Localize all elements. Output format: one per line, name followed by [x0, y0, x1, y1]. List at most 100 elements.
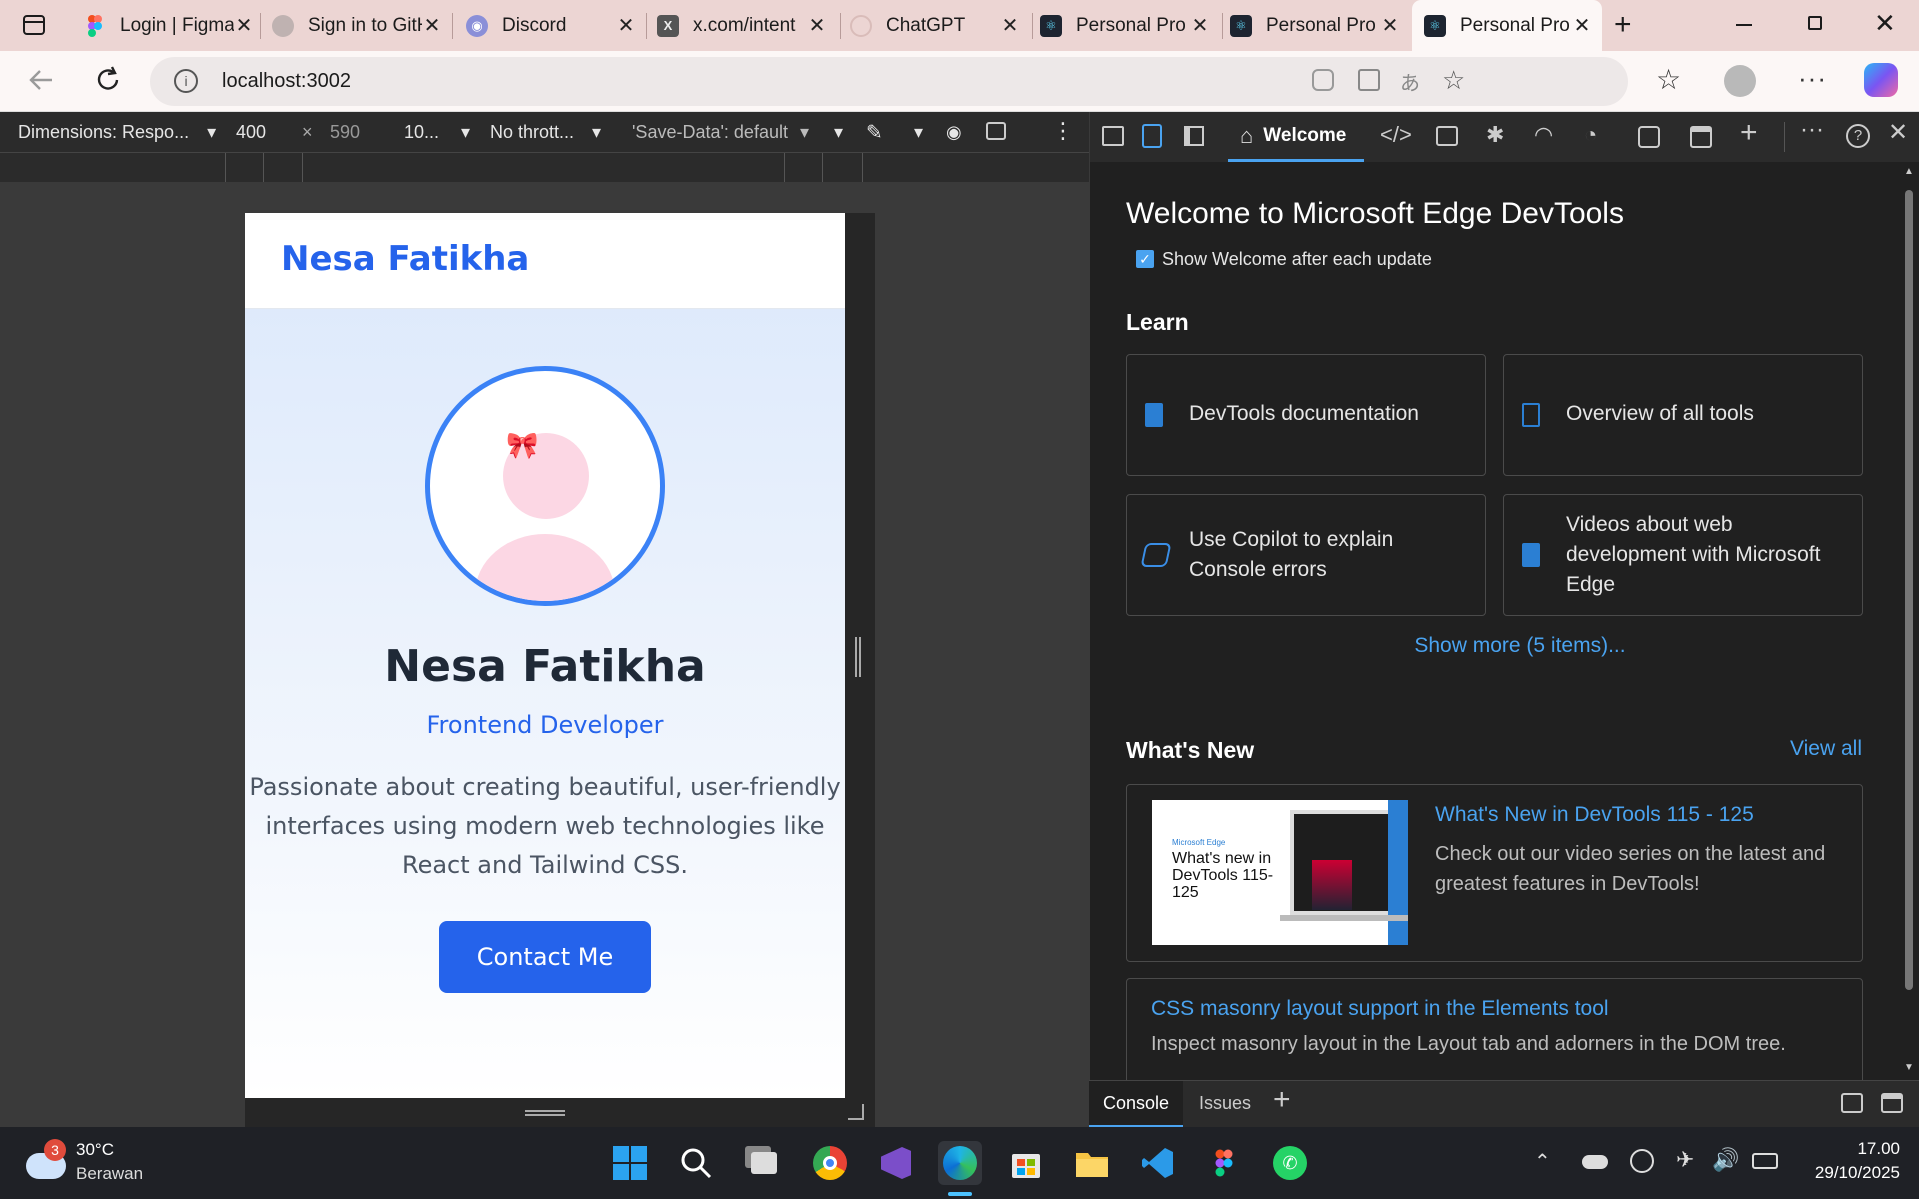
- show-welcome-checkbox[interactable]: ✓: [1136, 250, 1154, 268]
- news-title[interactable]: CSS masonry layout support in the Elemen…: [1151, 997, 1609, 1021]
- airplane-mode-icon[interactable]: ✈: [1676, 1147, 1694, 1173]
- address-bar[interactable]: i localhost:3002 あ ☆: [150, 57, 1628, 106]
- tab-personal-active[interactable]: ⚛ Personal Pro ✕: [1412, 0, 1602, 51]
- network-wifi-icon[interactable]: ◠: [1534, 122, 1553, 148]
- site-brand[interactable]: Nesa Fatikha: [281, 239, 529, 279]
- refresh-icon[interactable]: [93, 65, 123, 100]
- minimize-icon[interactable]: [1736, 24, 1752, 26]
- onedrive-icon[interactable]: [1582, 1155, 1608, 1169]
- edge-icon[interactable]: [938, 1141, 982, 1185]
- console-tab-icon[interactable]: [1436, 126, 1458, 146]
- close-devtools-icon[interactable]: ✕: [1888, 118, 1908, 147]
- battery-icon[interactable]: [1752, 1153, 1778, 1169]
- tab-x[interactable]: X x.com/intent ✕: [657, 0, 827, 51]
- close-tab-icon[interactable]: ✕: [1380, 13, 1400, 38]
- volume-icon[interactable]: 🔊: [1712, 1147, 1739, 1173]
- show-hidden-icons[interactable]: ⌃: [1534, 1149, 1551, 1174]
- zoom-select[interactable]: 10... ▾: [404, 122, 470, 143]
- clock[interactable]: 17.00 29/10/2025: [1790, 1139, 1900, 1183]
- height-input[interactable]: 590: [330, 122, 360, 143]
- scroll-up-icon[interactable]: ▲: [1904, 166, 1914, 177]
- device-toggle-icon[interactable]: [1142, 124, 1162, 148]
- tab-github[interactable]: Sign in to GitHub ✕: [272, 0, 442, 51]
- memory-chip-icon[interactable]: [1638, 126, 1660, 148]
- inspect-icon[interactable]: [1102, 126, 1124, 146]
- throttle-select[interactable]: No thrott... ▾: [490, 122, 601, 143]
- add-tool-icon[interactable]: +: [1740, 116, 1758, 150]
- app-available-icon[interactable]: [1358, 69, 1380, 91]
- resize-corner-icon[interactable]: [848, 1104, 864, 1120]
- scroll-down-icon[interactable]: ▼: [1904, 1062, 1914, 1073]
- close-tab-icon[interactable]: ✕: [807, 13, 827, 38]
- close-tab-icon[interactable]: ✕: [234, 13, 254, 38]
- tab-discord[interactable]: ◉ Discord ✕: [466, 0, 636, 51]
- card-devtools-docs[interactable]: DevTools documentation: [1126, 354, 1486, 476]
- news-card-1[interactable]: Microsoft Edge What's new in DevTools 11…: [1126, 784, 1863, 962]
- chevron-down-icon[interactable]: ▾: [914, 122, 923, 143]
- scrollbar[interactable]: ▲ ▼: [1902, 162, 1916, 1080]
- store-icon[interactable]: [1004, 1141, 1048, 1185]
- tab-personal-2[interactable]: ⚛ Personal Pro ✕: [1230, 0, 1400, 51]
- close-drawer-icon[interactable]: [1881, 1093, 1903, 1113]
- figma-app-icon[interactable]: [1202, 1141, 1246, 1185]
- tab-personal-1[interactable]: ⚛ Personal Pro ✕: [1040, 0, 1210, 51]
- more-menu-icon[interactable]: ···: [1798, 63, 1827, 94]
- close-tab-icon[interactable]: ✕: [616, 13, 636, 38]
- copilot-icon[interactable]: [1864, 63, 1898, 97]
- resize-handle-bottom[interactable]: [525, 1110, 565, 1116]
- copilot-vision-icon[interactable]: [1312, 69, 1334, 91]
- more-options-icon[interactable]: ⋮: [1052, 118, 1074, 144]
- show-more-link[interactable]: Show more (5 items)...: [1090, 634, 1919, 658]
- news-card-2[interactable]: CSS masonry layout support in the Elemen…: [1126, 978, 1863, 1080]
- chrome-icon[interactable]: [808, 1141, 852, 1185]
- visual-studio-icon[interactable]: [874, 1141, 918, 1185]
- favorites-icon[interactable]: ☆: [1656, 63, 1681, 96]
- width-input[interactable]: 400: [236, 122, 266, 143]
- whatsapp-icon[interactable]: ✆: [1268, 1141, 1312, 1185]
- task-view-icon[interactable]: [742, 1141, 786, 1185]
- new-tab-icon[interactable]: +: [1614, 8, 1632, 42]
- favorite-star-icon[interactable]: ☆: [1442, 65, 1465, 96]
- weather-widget[interactable]: 3 30°C Berawan: [26, 1139, 176, 1187]
- dock-side-icon[interactable]: [1184, 126, 1204, 146]
- vision-deficiency-icon[interactable]: ◉: [946, 122, 962, 143]
- resize-handle-right[interactable]: [855, 637, 861, 677]
- news-title[interactable]: What's New in DevTools 115 - 125: [1435, 803, 1754, 827]
- start-windows-icon[interactable]: [608, 1141, 652, 1185]
- eyedropper-icon[interactable]: ✎: [866, 120, 883, 145]
- tab-figma[interactable]: Login | Figma ✕: [84, 0, 254, 51]
- tab-welcome[interactable]: ⌂ Welcome: [1228, 112, 1364, 162]
- performance-icon[interactable]: ◔: [1584, 122, 1597, 148]
- tab-chatgpt[interactable]: ChatGPT ✕: [850, 0, 1020, 51]
- search-icon[interactable]: [674, 1141, 718, 1185]
- contact-me-button[interactable]: Contact Me: [439, 921, 651, 993]
- dimensions-select[interactable]: Dimensions: Respo... ▾: [18, 122, 216, 143]
- scrollbar-thumb[interactable]: [1905, 190, 1913, 990]
- restore-icon[interactable]: [1808, 16, 1822, 30]
- dock-drawer-icon[interactable]: [1841, 1093, 1863, 1113]
- sidebar-toggle-icon[interactable]: [22, 13, 46, 37]
- application-icon[interactable]: [1690, 126, 1712, 148]
- drawer-tab-console[interactable]: Console: [1089, 1081, 1183, 1127]
- more-tools-icon[interactable]: ···: [1800, 116, 1824, 144]
- close-tab-icon[interactable]: ✕: [1572, 13, 1592, 38]
- card-copilot-console[interactable]: Use Copilot to explain Console errors: [1126, 494, 1486, 616]
- add-drawer-tab-icon[interactable]: +: [1273, 1083, 1291, 1117]
- view-all-link[interactable]: View all: [1790, 737, 1862, 761]
- close-tab-icon[interactable]: ✕: [1000, 13, 1020, 38]
- elements-tab-icon[interactable]: </>: [1380, 122, 1412, 148]
- close-tab-icon[interactable]: ✕: [1190, 13, 1210, 38]
- chevron-down-icon[interactable]: ▾: [834, 122, 843, 143]
- close-tab-icon[interactable]: ✕: [422, 13, 442, 38]
- sync-icon[interactable]: [1630, 1149, 1654, 1173]
- rotate-icon[interactable]: [986, 122, 1006, 140]
- help-icon[interactable]: ?: [1846, 124, 1870, 148]
- card-overview-tools[interactable]: Overview of all tools: [1503, 354, 1863, 476]
- back-icon[interactable]: [26, 65, 56, 100]
- save-data-select[interactable]: 'Save-Data': default ▾: [632, 122, 809, 143]
- drawer-tab-issues[interactable]: Issues: [1199, 1093, 1251, 1114]
- profile-avatar[interactable]: [1724, 65, 1756, 97]
- sources-bug-icon[interactable]: ✱: [1486, 122, 1504, 148]
- card-videos[interactable]: Videos about web development with Micros…: [1503, 494, 1863, 616]
- close-window-icon[interactable]: ✕: [1874, 8, 1896, 39]
